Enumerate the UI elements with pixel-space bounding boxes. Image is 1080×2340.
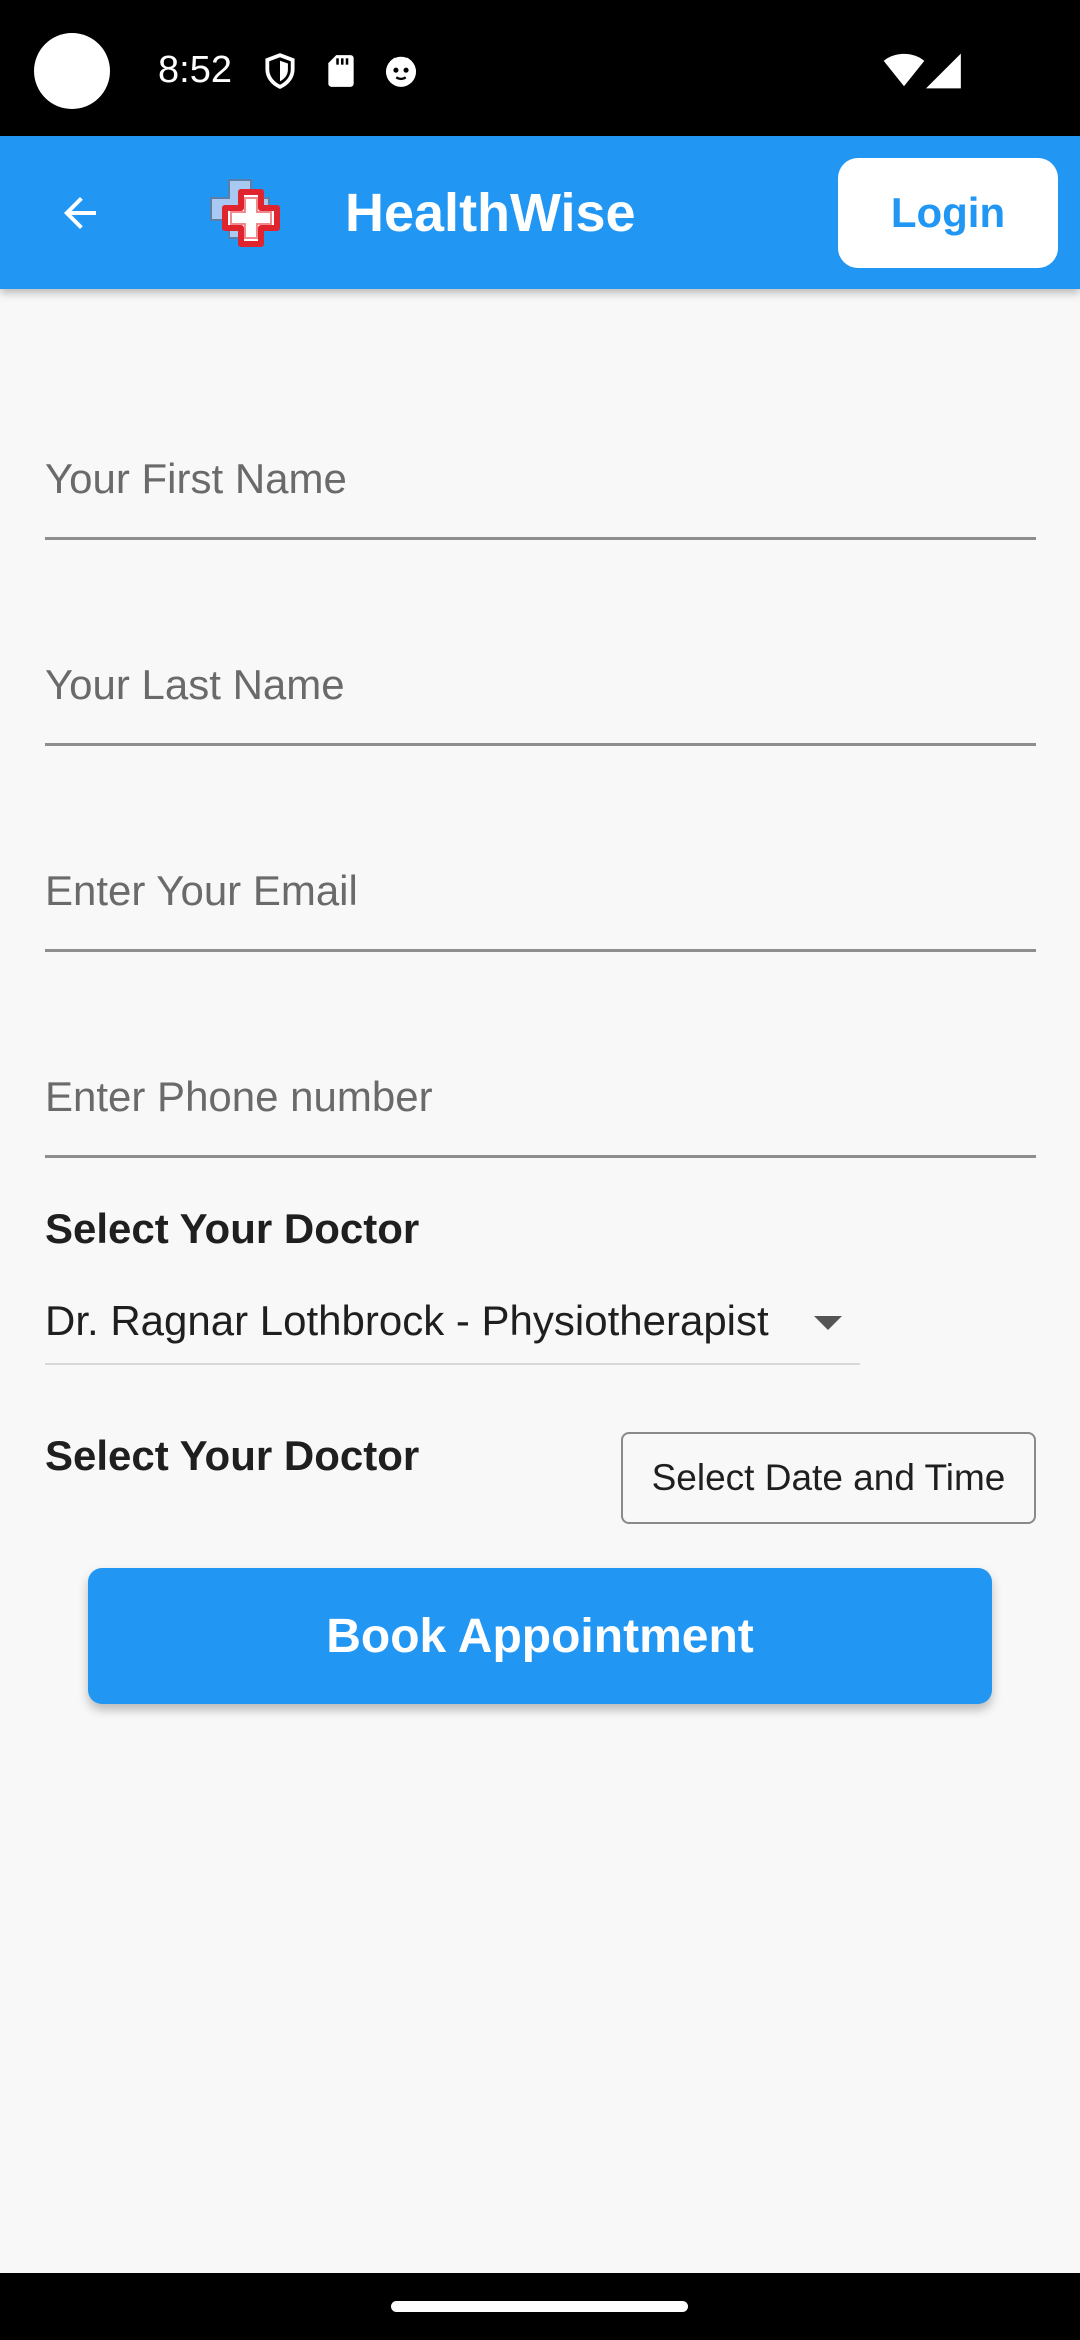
navigation-bar (0, 2273, 1080, 2340)
phone-screen: 8:52 HealthWise Login Your First Name Yo… (0, 0, 1080, 2340)
shield-icon (261, 52, 299, 90)
face-icon (382, 52, 420, 90)
medical-cross-icon (205, 174, 291, 260)
status-bar: 8:52 (0, 0, 1080, 136)
home-indicator[interactable] (391, 2301, 688, 2312)
doctor-dropdown[interactable]: Dr. Ragnar Lothbrock - Physiotherapist (45, 1291, 860, 1365)
status-time: 8:52 (158, 49, 232, 91)
book-appointment-button[interactable]: Book Appointment (88, 1568, 992, 1704)
last-name-placeholder: Your Last Name (45, 661, 345, 708)
appointment-form: Your First Name Your Last Name Enter You… (0, 289, 1080, 2273)
doctor-section-label: Select Your Doctor (45, 1205, 420, 1252)
doctor-selected-value: Dr. Ragnar Lothbrock - Physiotherapist (45, 1297, 769, 1344)
phone-placeholder: Enter Phone number (45, 1073, 433, 1120)
select-date-time-button[interactable]: Select Date and Time (621, 1432, 1036, 1524)
email-field[interactable]: Enter Your Email (45, 829, 1036, 952)
back-button[interactable] (40, 173, 120, 253)
email-placeholder: Enter Your Email (45, 867, 358, 914)
phone-field[interactable]: Enter Phone number (45, 1035, 1036, 1158)
first-name-placeholder: Your First Name (45, 455, 347, 502)
last-name-field[interactable]: Your Last Name (45, 623, 1036, 746)
camera-cutout (34, 33, 110, 109)
app-title: HealthWise (345, 183, 636, 243)
datetime-section-label: Select Your Doctor (45, 1432, 420, 1479)
sd-card-icon (322, 52, 360, 90)
login-button[interactable]: Login (838, 158, 1058, 268)
arrow-back-icon (64, 197, 96, 229)
wifi-icon (882, 52, 926, 90)
first-name-field[interactable]: Your First Name (45, 417, 1036, 540)
chevron-down-icon (814, 1316, 842, 1330)
app-bar: HealthWise Login (0, 136, 1080, 289)
signal-icon (926, 52, 964, 90)
